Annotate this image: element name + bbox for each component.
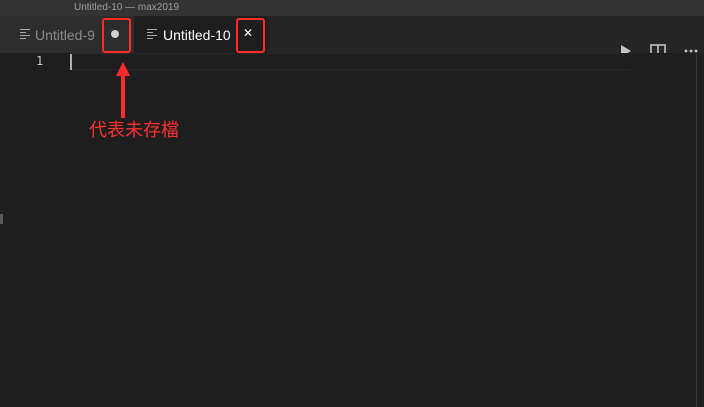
file-icon <box>147 29 157 39</box>
line-number: 1 <box>36 54 44 68</box>
sash-handle[interactable] <box>0 214 3 224</box>
file-icon <box>20 29 30 39</box>
annotation-box-unsaved <box>102 18 131 53</box>
vertical-scrollbar[interactable] <box>696 53 697 407</box>
tab-label: Untitled-10 <box>163 27 231 43</box>
annotation-label: 代表未存檔 <box>89 120 179 140</box>
current-line-highlight <box>70 53 630 70</box>
editor-area[interactable]: 1 <box>0 53 704 407</box>
window-title: Untitled-10 — max2019 <box>74 2 180 13</box>
title-bar: Untitled-10 — max2019 <box>0 0 704 16</box>
text-cursor <box>70 54 72 70</box>
annotation-box-close <box>236 18 265 53</box>
annotation-arrow <box>116 62 130 118</box>
tab-label: Untitled-9 <box>35 27 95 43</box>
